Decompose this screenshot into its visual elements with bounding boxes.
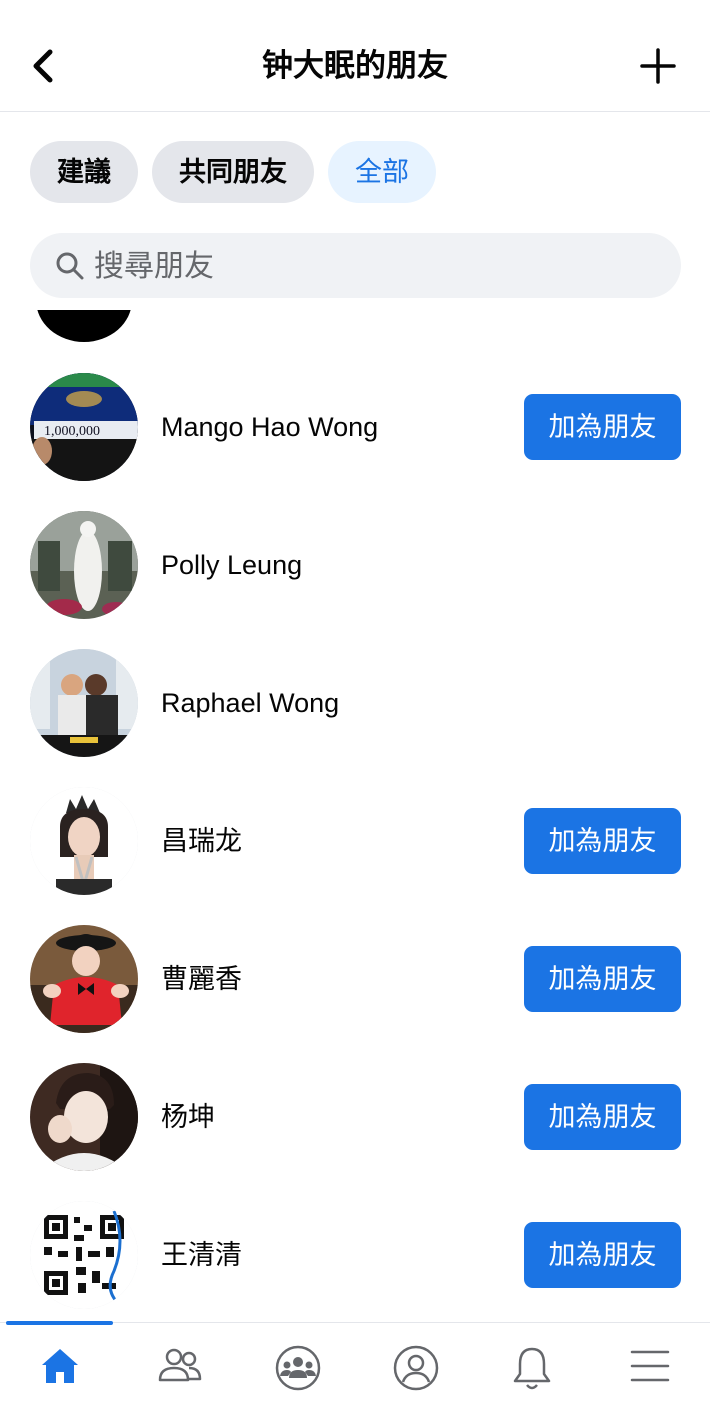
list-item[interactable]: Polly Leung [0, 496, 710, 634]
list-item[interactable]: 杨坤 加為朋友 [0, 1048, 710, 1186]
add-friend-button[interactable]: 加為朋友 [524, 1222, 681, 1288]
avatar-image [30, 925, 138, 1033]
list-item[interactable]: 1,000,000 Mango Hao Wong 加為朋友 [0, 358, 710, 496]
tab-groups[interactable] [246, 1331, 346, 1401]
active-tab-indicator [6, 1321, 113, 1325]
notifications-icon [513, 1347, 551, 1390]
add-friend-button[interactable]: 加為朋友 [524, 394, 681, 460]
avatar[interactable] [30, 925, 138, 1033]
avatar-image [30, 1063, 138, 1171]
chip-all[interactable]: 全部 [328, 141, 436, 203]
add-button[interactable] [636, 44, 680, 88]
friends-icon [158, 1348, 202, 1382]
avatar[interactable] [30, 649, 138, 757]
avatar[interactable] [36, 310, 132, 342]
profile-icon [393, 1345, 439, 1391]
avatar[interactable] [30, 787, 138, 895]
avatar[interactable] [30, 511, 138, 619]
plus-icon [640, 48, 676, 84]
friend-name[interactable]: 曹麗香 [161, 910, 242, 1048]
add-friend-button[interactable]: 加為朋友 [524, 1084, 681, 1150]
chip-mutual-friends[interactable]: 共同朋友 [152, 141, 314, 203]
avatar[interactable]: 1,000,000 [30, 373, 138, 481]
add-friend-button[interactable]: 加為朋友 [524, 808, 681, 874]
avatar-image [30, 511, 138, 619]
menu-icon [630, 1350, 670, 1382]
list-item[interactable]: 王清清 加為朋友 [0, 1186, 710, 1322]
bottom-tab-bar [0, 1321, 710, 1408]
avatar[interactable] [30, 1201, 138, 1309]
home-icon [42, 1349, 78, 1383]
friend-name[interactable]: Mango Hao Wong [161, 358, 378, 496]
tab-friends[interactable] [128, 1331, 228, 1401]
friend-list: 1,000,000 Mango Hao Wong 加為朋友 Polly Leun… [0, 310, 710, 1322]
list-item[interactable]: 曹麗香 加為朋友 [0, 910, 710, 1048]
friend-name[interactable]: Polly Leung [161, 496, 302, 634]
groups-icon [275, 1345, 321, 1391]
avatar-image: 1,000,000 [30, 373, 138, 481]
friend-name[interactable]: Raphael Wong [161, 634, 339, 772]
svg-text:1,000,000: 1,000,000 [44, 424, 100, 439]
tab-profile[interactable] [364, 1331, 464, 1401]
avatar-image [30, 649, 138, 757]
tab-notifications[interactable] [482, 1331, 582, 1401]
page-title: 钟大眠的朋友 [262, 48, 448, 83]
chip-suggestions[interactable]: 建議 [30, 141, 138, 203]
avatar[interactable] [30, 1063, 138, 1171]
top-bar: 钟大眠的朋友 [0, 0, 710, 112]
tab-menu[interactable] [600, 1331, 700, 1401]
search-input[interactable] [92, 233, 656, 300]
tab-home[interactable] [10, 1331, 110, 1401]
friend-name[interactable]: 王清清 [161, 1186, 242, 1322]
filter-chips: 建議 共同朋友 全部 [30, 141, 436, 203]
list-item[interactable]: 昌瑞龙 加為朋友 [0, 772, 710, 910]
search-bar [30, 233, 681, 300]
search-icon [56, 252, 84, 280]
friend-name[interactable]: 昌瑞龙 [161, 772, 242, 910]
friend-name[interactable]: 杨坤 [161, 1048, 215, 1186]
list-item[interactable]: Raphael Wong [0, 634, 710, 772]
add-friend-button[interactable]: 加為朋友 [524, 946, 681, 1012]
avatar-image [30, 1201, 138, 1309]
avatar-image [30, 787, 138, 895]
